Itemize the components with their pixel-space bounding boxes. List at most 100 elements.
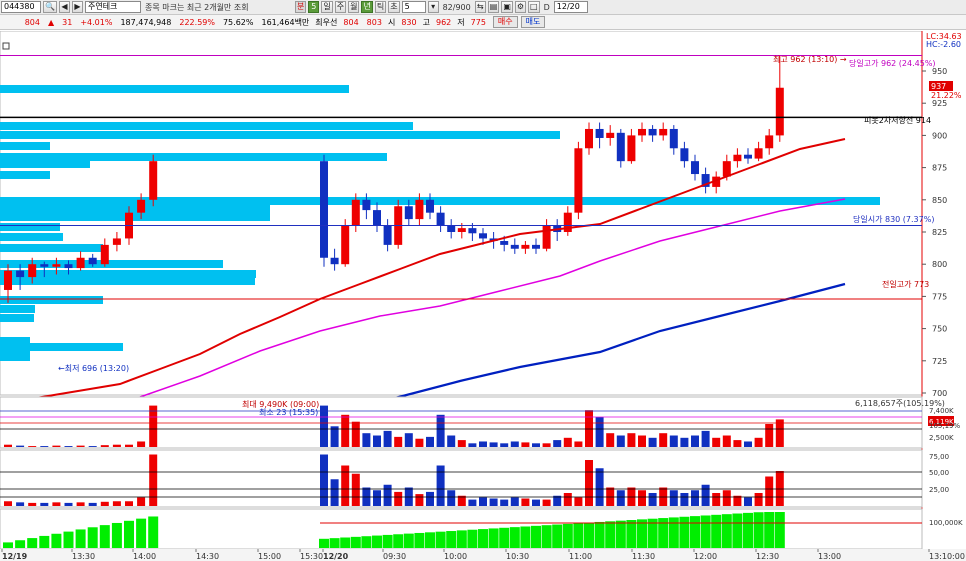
cumulative-bar [478,529,488,548]
volume-bar [351,421,360,447]
volume-bar [28,446,37,447]
volume-profile-bar [0,85,349,93]
candle-body [606,132,615,138]
volume-bar [479,441,487,447]
date-flag: D [543,2,550,12]
volume-bar [574,441,583,447]
osc-bar [722,490,731,506]
candle-body [754,148,763,159]
cumulative-bar [509,527,520,548]
volume-bar [404,433,413,447]
candle-body [638,128,646,136]
stock-code-input[interactable]: 044380 [1,1,41,13]
vol-axis-0: 7,400K [929,407,954,415]
btn-tick[interactable]: 틱 [374,1,387,13]
btn-year[interactable]: 년 [361,1,373,13]
price-tick-label: 750 [932,325,947,334]
osc-bar [648,493,657,506]
osc-bar [521,498,530,506]
vol-axis-3: 2,500K [929,434,954,442]
volume-bar [112,444,121,447]
sell-button[interactable]: 매도 [520,16,546,28]
cumulative-bar [393,534,404,548]
osc-bar [510,497,519,506]
candle-body [415,199,424,220]
osc-bar [4,501,12,506]
volume-bar [415,438,424,447]
stock-name-field[interactable]: 주연테크 [84,1,141,13]
price-chart[interactable]: LC:34.63 HC:-2.60 9509259008758508258007… [0,31,966,561]
zoom-icon[interactable]: ⇆ [474,1,486,13]
cumulative-bar [605,521,616,548]
quote-change: 31 [62,17,73,27]
volume-bar [638,435,646,447]
search-icon[interactable]: 🔍 [43,1,57,13]
settings-icon[interactable]: ⚙ [514,1,527,13]
cumulative-bar [372,535,382,548]
osc-axis-1: 50,00 [929,469,949,477]
cumulative-bar [774,512,785,548]
cumulative-bar [75,529,86,548]
candle-body [426,199,434,213]
volume-bar [489,442,498,447]
cumulative-bar [99,525,110,548]
volume-bar [100,445,109,447]
candle-body [627,135,636,162]
price-tick-label: 800 [932,260,947,269]
volume-profile-bar [0,131,560,139]
volume-profile-bar [0,122,413,130]
print-icon[interactable]: ▤ [487,1,500,13]
candle-body [320,161,328,258]
btn-second[interactable]: 초 [388,1,400,13]
period-dropdown-icon[interactable]: ▾ [427,1,439,13]
osc-bar [137,497,146,506]
btn-minute[interactable]: 분 [294,1,307,13]
candle-body [28,264,37,278]
cumulative-bar [541,525,552,548]
osc-bar [351,473,360,506]
cumulative-bar [467,529,478,548]
btn-day[interactable]: 일 [321,1,333,13]
quote-bar: 804 ▲ 31 +4.01% 187,474,948 222.59% 75.6… [0,15,966,30]
buy-button[interactable]: 매수 [492,16,518,28]
candle-body [16,270,25,278]
candle-body [765,135,774,149]
day-high-label: 당일고가 962 (24.45%) [849,58,936,68]
save-icon[interactable]: ▣ [501,1,513,13]
volume-bar [341,414,350,447]
date-input[interactable]: 12/20 [553,1,588,13]
volume-bar [137,441,146,447]
btn-week[interactable]: 주 [334,1,347,13]
osc-bar [447,490,456,506]
pivot-label: 피봇2차저항선 914 [864,116,931,125]
volume-profile-bar [0,171,50,179]
candle-body [479,233,487,239]
volume-bar [76,445,85,447]
osc-bar [383,484,392,506]
volume-bar [616,435,625,447]
volume-profile-bar [0,142,50,150]
cumulative-bar [573,523,584,548]
time-label: 12:00 [694,552,717,561]
cumulative-bar [488,528,499,548]
candle-body [585,128,593,149]
btn-month[interactable]: 월 [348,1,360,13]
btn-period-5[interactable]: 5 [308,1,320,13]
price-tick-label: 725 [932,357,947,366]
volume-bar [606,433,615,447]
date-checkbox[interactable]: □ [528,1,540,13]
candle-body [669,128,678,149]
cumulative-bar [136,518,147,548]
cumulative-bar [350,536,361,548]
time-label: 14:00 [133,552,156,561]
cumulative-bar [446,531,457,548]
volume-bar [532,443,540,447]
history-forward-icon[interactable]: ▶ [71,1,83,13]
price-tick-label: 775 [932,292,947,301]
quote-change-pct: +4.01% [80,17,113,27]
candle-body [447,225,456,232]
best-bid: 803 [366,17,382,27]
cumulative-bar [361,536,372,548]
history-back-icon[interactable]: ◀ [58,1,70,13]
period-select[interactable]: 5 [401,1,426,13]
